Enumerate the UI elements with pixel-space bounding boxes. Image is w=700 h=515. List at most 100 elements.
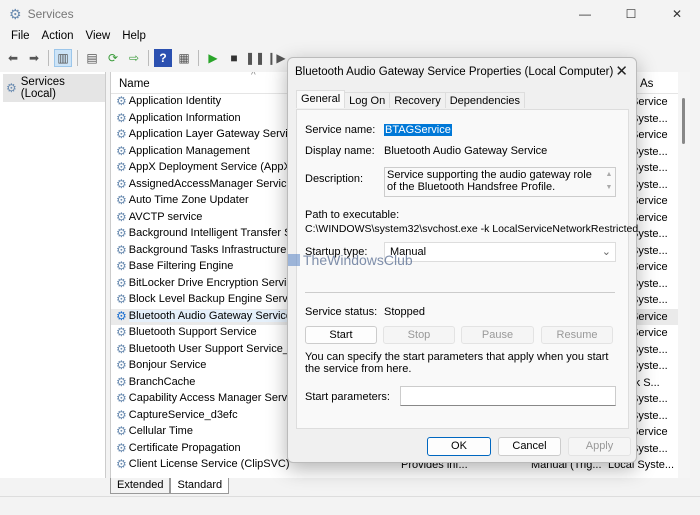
tab-log-on[interactable]: Log On: [344, 92, 391, 108]
refresh-icon[interactable]: ⟳: [104, 49, 122, 67]
sort-caret-icon: ^: [251, 72, 256, 81]
service-name: BitLocker Drive Encryption Service: [128, 276, 299, 289]
divider: [198, 50, 199, 66]
tab-dependencies[interactable]: Dependencies: [444, 92, 526, 108]
service-name: Bluetooth User Support Service_d3: [128, 342, 302, 355]
service-name-cell: ⚙ Certificate Propagation: [116, 442, 241, 454]
service-name-cell: ⚙ Application Management: [116, 145, 250, 157]
gear-icon: ⚙: [116, 275, 127, 290]
gear-icon: ⚙: [116, 193, 127, 207]
service-name: Bluetooth Audio Gateway Service: [128, 309, 293, 322]
tab-recovery[interactable]: Recovery: [389, 92, 446, 108]
tab-extended[interactable]: Extended: [110, 478, 171, 494]
minimize-button[interactable]: —: [562, 0, 608, 28]
status-bar: [0, 496, 700, 515]
tab-standard[interactable]: Standard: [170, 478, 230, 494]
gear-icon: ⚙: [116, 407, 127, 422]
service-name: CaptureService_d3efc: [128, 408, 238, 421]
display-name-label: Display name:: [305, 145, 375, 157]
service-name-label: Service name:: [305, 124, 376, 136]
service-name-cell: ⚙ Base Filtering Engine: [116, 260, 233, 272]
scrollbar-thumb[interactable]: [682, 98, 685, 144]
pause-service-icon[interactable]: ❚❚: [245, 49, 265, 67]
menu-help[interactable]: Help: [116, 28, 152, 45]
service-name-cell: ⚙ Bluetooth Support Service: [116, 326, 257, 338]
dialog-title: Bluetooth Audio Gateway Service Properti…: [295, 66, 614, 78]
display-name-value[interactable]: Bluetooth Audio Gateway Service: [384, 145, 547, 157]
path-value[interactable]: C:\WINDOWS\system32\svchost.exe -k Local…: [305, 223, 638, 235]
tab-general[interactable]: General: [296, 90, 346, 108]
service-name-cell: ⚙ Background Tasks Infrastructure Se: [116, 244, 303, 256]
service-name-cell: ⚙ Client License Service (ClipSVC): [116, 458, 290, 470]
service-name-cell: ⚙ CaptureService_d3efc: [116, 409, 238, 421]
gear-icon: ⚙: [116, 242, 127, 257]
divider: [48, 50, 49, 66]
description-box[interactable]: Service supporting the audio gateway rol…: [384, 167, 616, 197]
startup-type-label: Startup type:: [305, 246, 368, 258]
column-header-name[interactable]: Name: [119, 78, 150, 90]
menu-view[interactable]: View: [80, 28, 117, 45]
gear-icon: ⚙: [116, 308, 127, 323]
service-name-value[interactable]: BTAGService: [384, 124, 452, 136]
service-name: AVCTP service: [128, 210, 203, 223]
maximize-button[interactable]: ☐: [608, 0, 654, 28]
show-action-pane-icon[interactable]: ▦: [175, 49, 193, 67]
help-icon[interactable]: ?: [154, 49, 172, 67]
tree-node-services-local[interactable]: ⚙ Services (Local): [3, 74, 105, 102]
gear-icon: ⚙: [116, 457, 127, 471]
gear-icon: ⚙: [116, 358, 127, 372]
gear-icon: ⚙: [116, 110, 127, 125]
gear-icon: ⚙: [116, 440, 127, 455]
cancel-button[interactable]: Cancel: [498, 437, 561, 456]
general-panel: Service name: BTAGService Display name: …: [296, 109, 638, 429]
chevron-down-icon: ⌄: [601, 246, 611, 258]
start-parameters-label: Start parameters:: [305, 391, 390, 403]
service-name: AppX Deployment Service (AppXS: [128, 161, 299, 173]
startup-type-value: Manual: [390, 246, 427, 258]
gear-icon: ⚙: [116, 391, 127, 405]
toolbar: ⬅ ➡ ▥ ▤ ⟳ ⇨ ? ▦ ▶ ■ ❚❚ ❙▶: [4, 48, 286, 68]
service-name-cell: ⚙ Block Level Backup Engine Service: [116, 293, 302, 305]
stop-button[interactable]: Stop: [383, 326, 455, 344]
vertical-scrollbar[interactable]: [678, 72, 690, 478]
stop-service-icon[interactable]: ■: [225, 49, 243, 67]
service-status-value: Stopped: [384, 306, 425, 318]
start-service-icon[interactable]: ▶: [204, 49, 222, 67]
back-arrow-icon[interactable]: ⬅: [4, 49, 22, 67]
service-name: Client License Service (ClipSVC): [128, 458, 290, 470]
forward-arrow-icon[interactable]: ➡: [25, 49, 43, 67]
window-title: Services: [27, 7, 74, 21]
resume-button[interactable]: Resume: [541, 326, 613, 344]
service-name: Capability Access Manager Service: [128, 392, 302, 404]
service-name: Auto Time Zone Updater: [128, 194, 249, 206]
gear-icon: ⚙: [116, 374, 127, 389]
menu-file[interactable]: File: [5, 28, 36, 45]
properties-icon[interactable]: ▤: [83, 49, 101, 67]
gear-icon: ⚙: [116, 341, 127, 356]
description-label: Description:: [305, 173, 364, 185]
service-name-cell: ⚙ BranchCache: [116, 376, 195, 388]
restart-service-icon[interactable]: ❙▶: [266, 49, 285, 67]
export-list-icon[interactable]: ⇨: [125, 49, 143, 67]
ok-button[interactable]: OK: [427, 437, 491, 456]
service-name-cell: ⚙ Bluetooth User Support Service_d3: [116, 343, 301, 355]
gear-icon: ⚙: [116, 209, 127, 224]
description-scrollbar[interactable]: ▲ ▼: [603, 168, 615, 196]
gear-icon: ⚙: [116, 259, 127, 273]
dialog-close-icon[interactable]: ✕: [615, 62, 628, 80]
title-bar: ⚙ Services — ☐ ✕: [0, 0, 700, 28]
menu-action[interactable]: Action: [36, 28, 80, 45]
start-button[interactable]: Start: [305, 326, 377, 344]
apply-button[interactable]: Apply: [568, 437, 631, 456]
close-button[interactable]: ✕: [654, 0, 700, 28]
service-name: AssignedAccessManager Service: [128, 177, 293, 190]
startup-type-select[interactable]: Manual ⌄: [384, 242, 616, 262]
pause-button[interactable]: Pause: [461, 326, 534, 344]
show-hide-tree-icon[interactable]: ▥: [54, 49, 72, 67]
start-parameters-input[interactable]: [400, 386, 616, 406]
service-name-cell: ⚙ Capability Access Manager Service: [116, 392, 301, 404]
service-name: Application Identity: [128, 95, 222, 107]
service-name: Background Intelligent Transfer Se: [128, 227, 298, 239]
service-name-cell: ⚙ AVCTP service: [116, 211, 202, 223]
service-name-cell: ⚙ Application Identity: [116, 95, 221, 107]
